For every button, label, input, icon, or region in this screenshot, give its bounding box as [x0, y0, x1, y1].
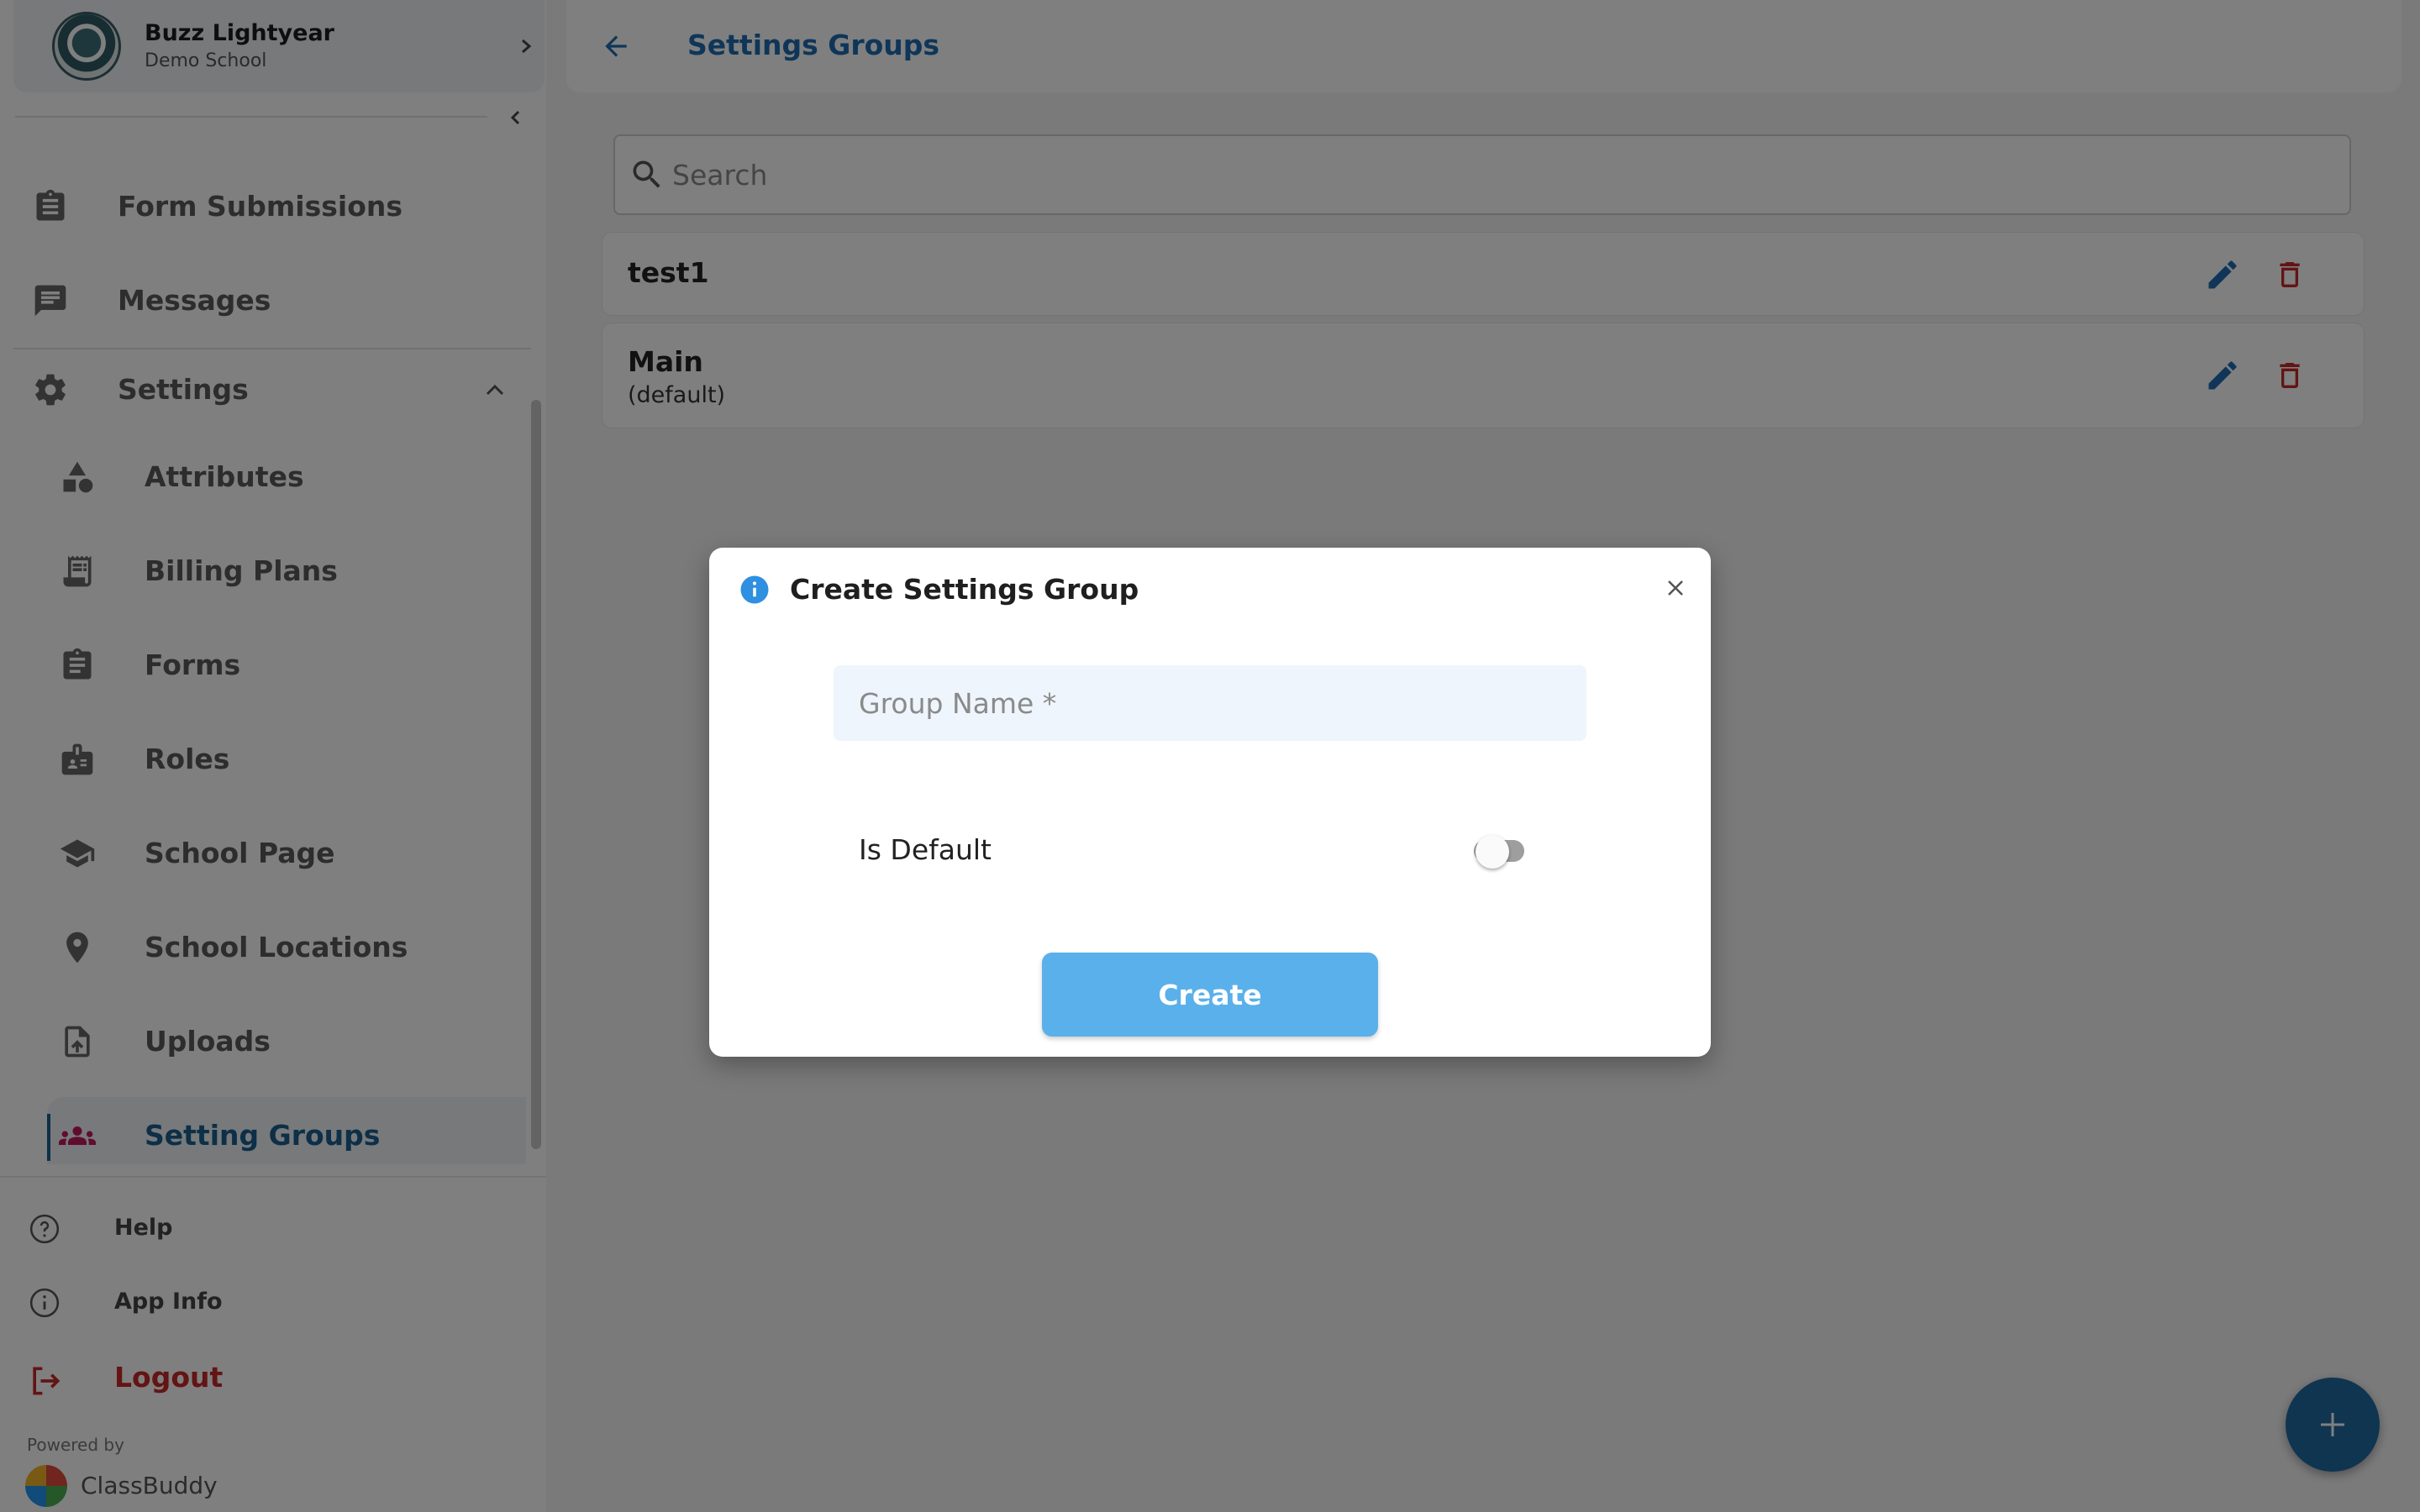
- toggle-knob[interactable]: [1476, 835, 1509, 869]
- info-icon: [740, 575, 769, 604]
- is-default-label: Is Default: [859, 833, 992, 866]
- group-name-field[interactable]: [834, 665, 1586, 741]
- create-settings-group-dialog: Create Settings Group Is Default Create: [709, 548, 1711, 1057]
- close-icon[interactable]: [1664, 576, 1687, 600]
- create-button[interactable]: Create: [1042, 953, 1378, 1037]
- dialog-title: Create Settings Group: [790, 573, 1139, 606]
